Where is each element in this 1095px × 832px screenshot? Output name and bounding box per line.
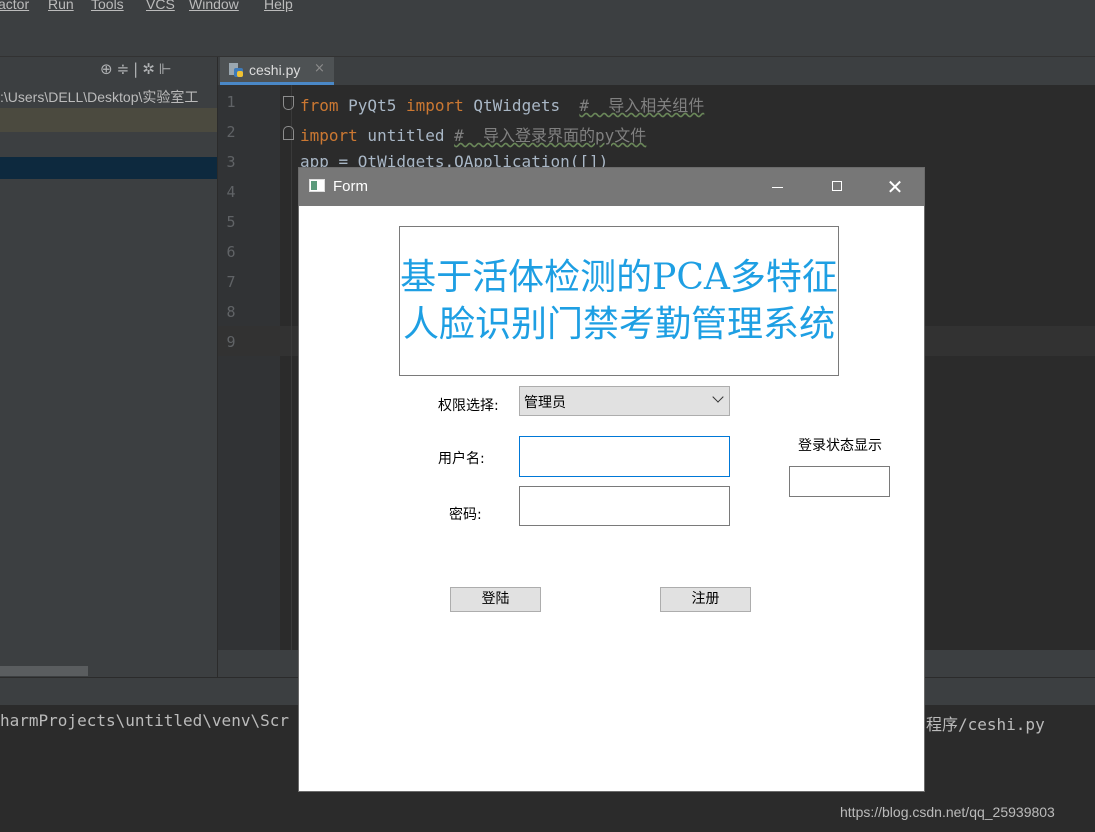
fold-marker-icon[interactable] [283,96,294,110]
username-label: 用户名: [438,451,485,467]
code-keyword: import [405,96,464,115]
line-number: 2 [226,123,236,141]
python-file-icon [229,63,243,77]
fold-marker-icon[interactable] [283,126,294,140]
project-row-selected[interactable] [0,157,217,179]
code-line-2[interactable]: import untitled # 导入登录界面的py文件 [300,122,646,146]
minimize-icon[interactable] [763,174,791,200]
menu-window[interactable]: Window [189,0,239,12]
password-label: 密码: [449,507,482,523]
project-scrollbar[interactable] [0,666,88,676]
ide-toolbar [0,16,1095,57]
run-output-left: harmProjects\untitled\venv\Scr [0,711,289,730]
line-number: 1 [226,93,236,111]
project-root-path[interactable]: :\Users\DELL\Desktop\实验室工 [0,87,217,107]
code-keyword: import [300,126,358,145]
menu-vcs[interactable]: VCS [146,0,175,12]
register-button[interactable]: 注册 [660,587,751,612]
permission-label: 权限选择: [438,398,499,414]
permission-select[interactable]: 管理员 [519,386,730,416]
line-number: 7 [226,273,236,291]
code-line-1[interactable]: from PyQt5 import QtWidgets # 导入相关组件 [300,92,704,116]
hide-panel-icon[interactable]: ⊩ [159,60,176,78]
window-titlebar[interactable]: Form ✕ [299,168,924,206]
menu-tools[interactable]: Tools [91,0,124,12]
line-number: 4 [226,183,236,201]
login-status-label: 登录状态显示 [798,438,882,454]
code-text: untitled [357,126,455,145]
form-window: Form ✕ 基于活体检测的PCA多特征人脸识别门禁考勤管理系统 权限选择: 管… [298,167,925,792]
login-status-display [789,466,890,497]
code-comment: # 导入登录界面的py文件 [454,126,647,145]
locate-icon[interactable]: ⊕ [100,60,117,78]
password-input[interactable] [519,486,730,526]
gear-icon[interactable]: ✲ [142,60,159,78]
separator-icon: | [133,60,143,78]
username-input[interactable] [519,436,730,477]
line-number: 6 [226,243,236,261]
window-icon [309,179,325,192]
tab-ceshi-py[interactable]: ceshi.py × [220,57,334,85]
line-number: 8 [226,303,236,321]
system-title: 基于活体检测的PCA多特征人脸识别门禁考勤管理系统 [400,257,838,345]
menu-refactor[interactable]: actor [0,0,29,12]
line-number: 5 [226,213,236,231]
tab-label: ceshi.py [249,62,301,78]
project-row-highlight [0,108,217,132]
code-text: PyQt5 [338,96,406,115]
menu-help[interactable]: Help [264,0,293,12]
menu-run[interactable]: Run [48,0,74,12]
line-number: 3 [226,153,236,171]
code-keyword: from [300,96,339,115]
system-title-box: 基于活体检测的PCA多特征人脸识别门禁考勤管理系统 [399,226,839,376]
tab-close-icon[interactable]: × [314,61,325,76]
login-button[interactable]: 登陆 [450,587,541,612]
permission-value: 管理员 [524,395,566,411]
fold-guide-line [291,85,292,650]
code-text: QtWidgets [463,96,580,115]
watermark: https://blog.csdn.net/qq_25939803 [840,804,1055,820]
project-header-icons: ⊕≑|✲⊩ [100,60,176,78]
code-comment: # 导入相关组件 [579,96,705,115]
close-icon[interactable]: ✕ [881,174,909,200]
chevron-down-icon [712,391,724,403]
maximize-icon[interactable] [823,174,851,200]
run-output-right: 程序/ceshi.py [926,715,1045,734]
ide-menubar: actor Run Tools VCS Window Help [0,0,1095,16]
window-title: Form [333,178,368,195]
line-number: 9 [226,333,236,351]
collapse-icon[interactable]: ≑ [117,60,134,78]
